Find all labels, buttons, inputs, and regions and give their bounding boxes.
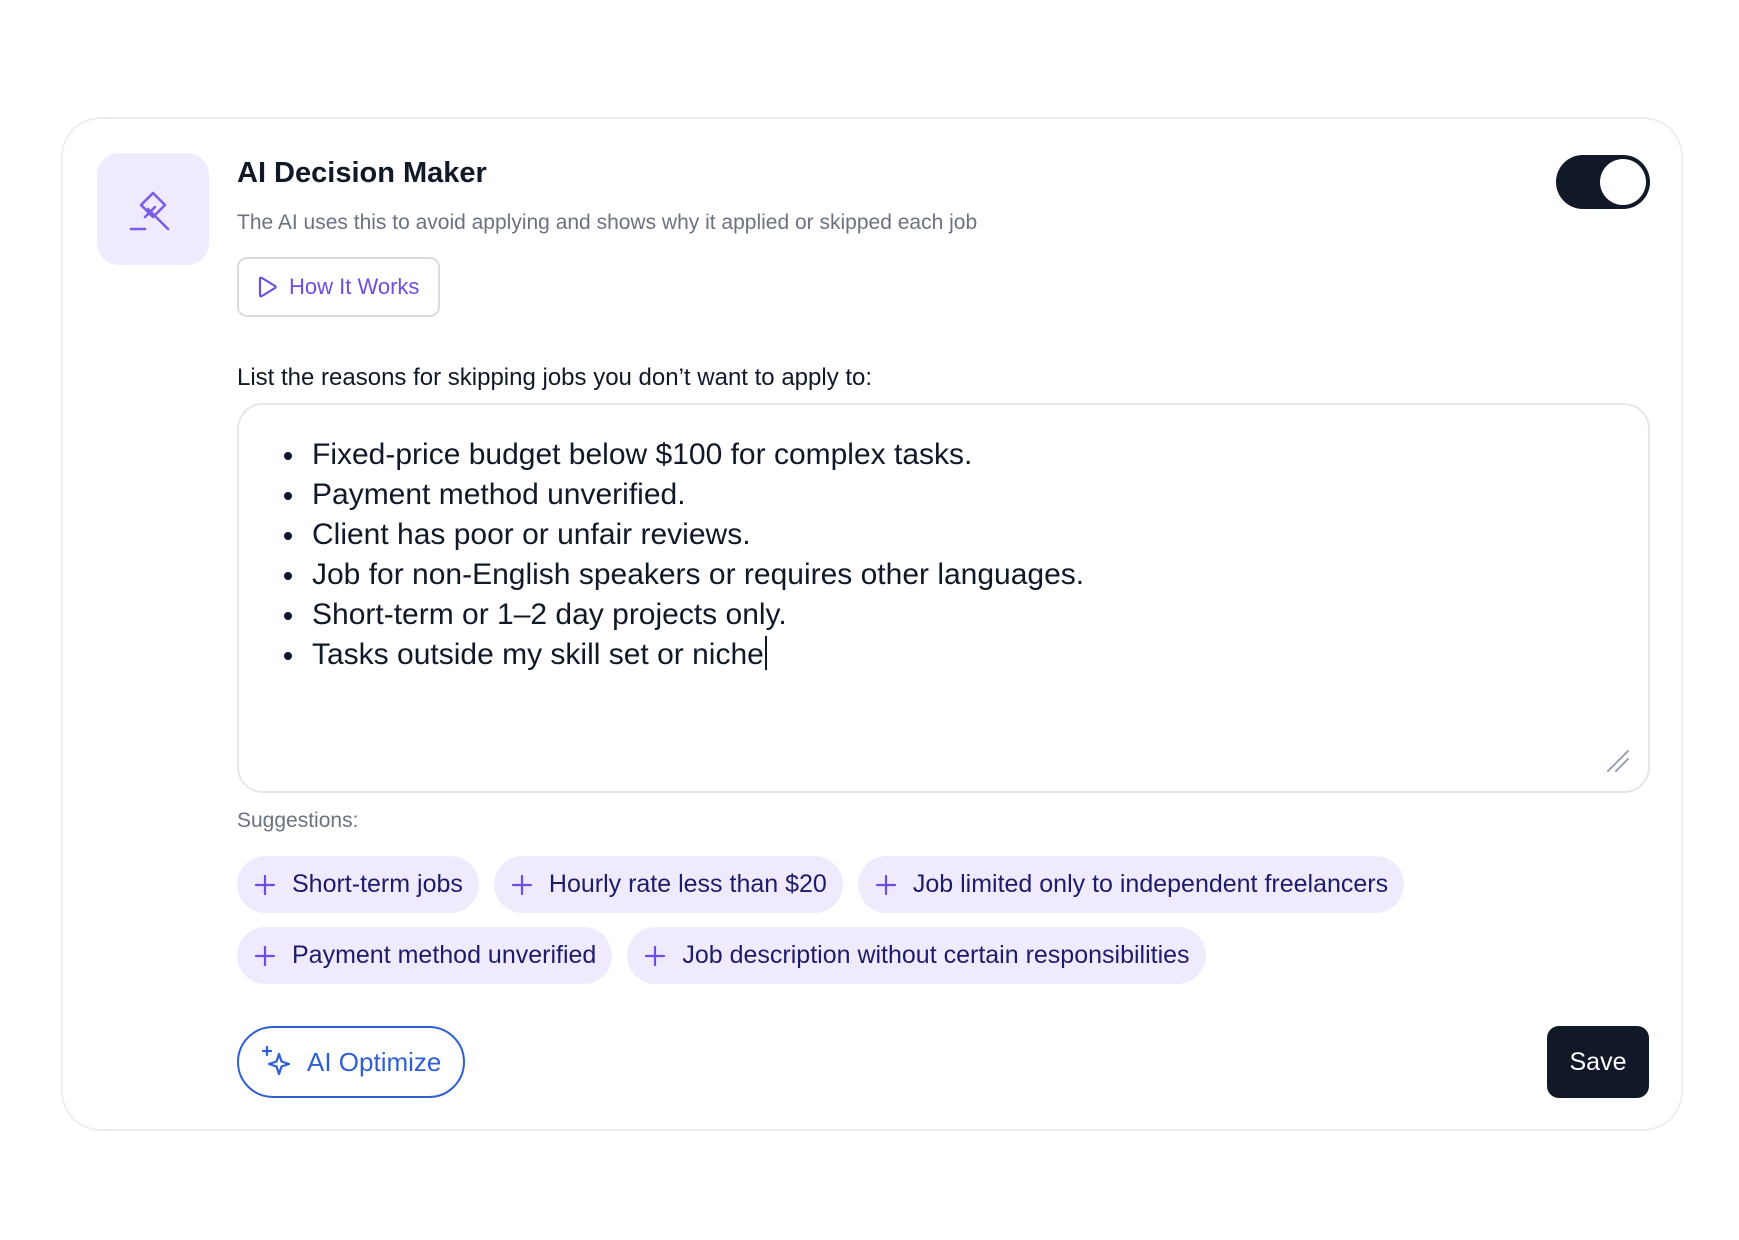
how-it-works-button[interactable]: How It Works bbox=[237, 257, 440, 317]
suggestion-chip-label: Short-term jobs bbox=[292, 870, 463, 898]
reasons-label: List the reasons for skipping jobs you d… bbox=[237, 364, 873, 391]
toggle-knob bbox=[1600, 159, 1646, 205]
plus-icon bbox=[511, 874, 532, 895]
suggestion-chip-label: Payment method unverified bbox=[292, 941, 597, 969]
page-subtitle: The AI uses this to avoid applying and s… bbox=[237, 211, 978, 234]
list-item: Job for non-English speakers or requires… bbox=[279, 555, 1608, 595]
suggestion-chip[interactable]: Job limited only to independent freelanc… bbox=[857, 856, 1405, 913]
suggestion-chips: Short-term jobs Hourly rate less than $2… bbox=[237, 856, 1657, 998]
suggestion-chip[interactable]: Job description without certain responsi… bbox=[627, 927, 1206, 984]
suggestion-chip-label: Hourly rate less than $20 bbox=[548, 870, 827, 898]
plus-icon bbox=[645, 945, 666, 966]
list-item: Fixed-price budget below $100 for comple… bbox=[279, 435, 1608, 475]
suggestion-chip[interactable]: Hourly rate less than $20 bbox=[493, 856, 843, 913]
play-icon bbox=[258, 276, 277, 298]
eraser-icon bbox=[97, 153, 209, 265]
plus-icon bbox=[875, 874, 896, 895]
suggestion-chip[interactable]: Payment method unverified bbox=[237, 927, 613, 984]
suggestion-chip-label: Job limited only to independent freelanc… bbox=[912, 870, 1389, 898]
reasons-textarea[interactable]: Fixed-price budget below $100 for comple… bbox=[237, 403, 1650, 793]
how-it-works-label: How It Works bbox=[289, 274, 420, 299]
ai-optimize-button[interactable]: AI Optimize bbox=[237, 1026, 465, 1098]
page-title: AI Decision Maker bbox=[237, 157, 487, 189]
suggestion-chip[interactable]: Short-term jobs bbox=[237, 856, 479, 913]
suggestions-label: Suggestions: bbox=[237, 809, 359, 832]
list-item-text: Tasks outside my skill set or niche bbox=[312, 638, 764, 671]
suggestion-chip-label: Job description without certain responsi… bbox=[682, 941, 1190, 969]
list-item: Short-term or 1–2 day projects only. bbox=[279, 595, 1608, 635]
ai-optimize-label: AI Optimize bbox=[307, 1046, 442, 1077]
save-button[interactable]: Save bbox=[1547, 1026, 1649, 1098]
list-item: Client has poor or unfair reviews. bbox=[279, 515, 1608, 555]
list-item-last: Tasks outside my skill set or niche bbox=[279, 635, 1608, 675]
text-caret bbox=[764, 636, 767, 670]
ai-decision-maker-card: AI Decision Maker The AI uses this to av… bbox=[61, 117, 1683, 1131]
enable-toggle[interactable] bbox=[1556, 155, 1650, 209]
resize-handle-icon[interactable] bbox=[1604, 747, 1630, 773]
plus-icon bbox=[254, 945, 276, 966]
sparkles-icon bbox=[261, 1045, 291, 1076]
plus-icon bbox=[254, 874, 276, 895]
reasons-list: Fixed-price budget below $100 for comple… bbox=[279, 435, 1608, 675]
list-item: Payment method unverified. bbox=[279, 475, 1608, 515]
